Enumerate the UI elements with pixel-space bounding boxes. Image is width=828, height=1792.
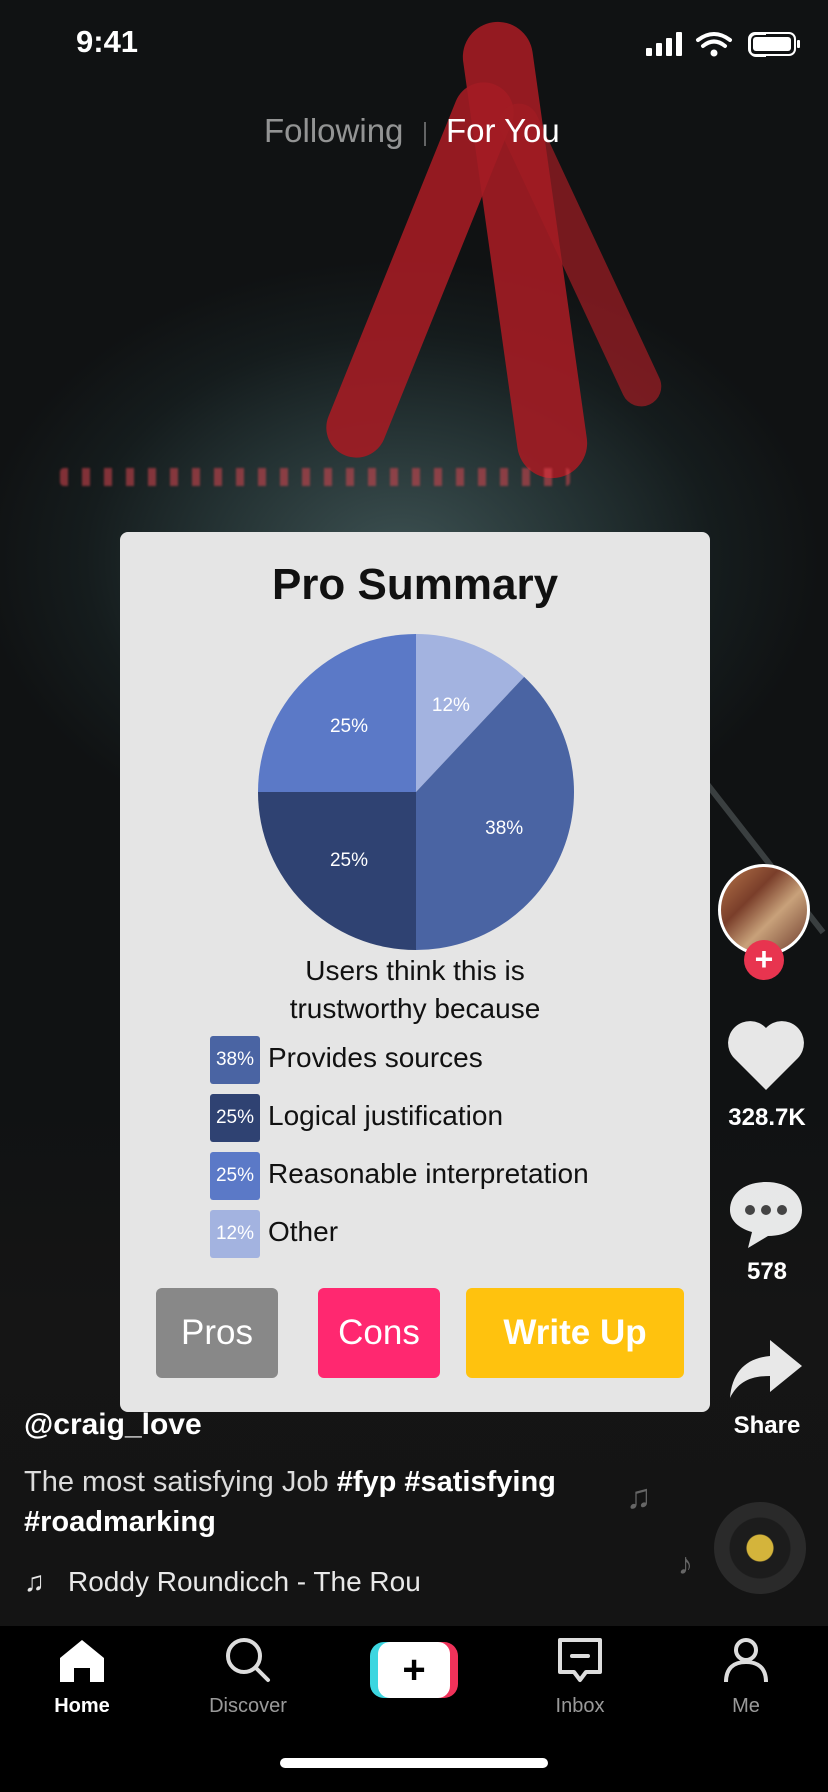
legend-label: Other [268, 1216, 339, 1247]
legend-label: Logical justification [268, 1100, 504, 1131]
stage-lights-decoration [60, 468, 570, 486]
legend-label: Reasonable interpretation [268, 1158, 589, 1189]
floating-note-icon: ♪ [678, 1548, 693, 1581]
music-disc-icon[interactable] [714, 1502, 806, 1594]
nav-home[interactable]: Home [22, 1636, 142, 1718]
nav-label: Discover [209, 1695, 287, 1717]
legend-swatch: 25% [210, 1152, 260, 1200]
status-bar: 9:41 [0, 0, 828, 88]
nav-discover[interactable]: Discover [188, 1636, 308, 1718]
music-ticker[interactable]: ♫ Roddy Roundicch - The Rou [24, 1566, 421, 1598]
subtitle-line: Users think this is [305, 955, 525, 986]
music-note-icon: ♫ [24, 1566, 45, 1597]
nav-inbox[interactable]: Inbox [520, 1636, 640, 1718]
battery-icon [748, 32, 800, 56]
profile-icon [724, 1638, 768, 1683]
legend-swatch: 38% [210, 1036, 260, 1084]
search-icon [226, 1638, 270, 1682]
pie-chart: 12% 38% 25% 25% [258, 634, 574, 950]
comment-count: 578 [746, 1258, 788, 1285]
home-icon [60, 1640, 104, 1682]
creator-handle[interactable]: @craig_love [24, 1408, 202, 1442]
pros-button[interactable]: Pros [156, 1288, 278, 1378]
write-up-button[interactable]: Write Up [466, 1288, 684, 1378]
heart-icon[interactable] [726, 1020, 806, 1092]
hashtag[interactable]: #fyp [337, 1466, 397, 1498]
pie-slice-label: 25% [330, 850, 368, 871]
music-title: Roddy Roundicch - The Rou [68, 1566, 421, 1597]
tab-for-you[interactable]: For You [446, 112, 560, 150]
pie-slice [258, 634, 416, 792]
home-indicator[interactable] [280, 1758, 548, 1768]
status-time: 9:41 [76, 24, 139, 59]
share-icon[interactable] [726, 1336, 806, 1402]
nav-label: Home [54, 1695, 110, 1717]
card-subtitle: Users think this is trustworthy because [120, 952, 710, 1028]
inbox-icon [558, 1638, 602, 1682]
pro-summary-card: Pro Summary 12% 38% 25% 25% Users think thi… [120, 532, 710, 1412]
wifi-icon [696, 32, 732, 48]
pie-slice-label: 12% [432, 695, 470, 716]
create-button[interactable]: + [370, 1642, 458, 1698]
legend-label: Provides sources [268, 1042, 483, 1073]
nav-label: Inbox [555, 1695, 605, 1717]
cellular-signal-icon [646, 32, 682, 56]
subtitle-line: trustworthy because [289, 993, 541, 1024]
follow-plus-icon[interactable]: + [744, 940, 784, 980]
like-count: 328.7K [728, 1104, 806, 1131]
pie-slice-label: 38% [485, 818, 523, 839]
cons-button[interactable]: Cons [318, 1288, 440, 1378]
card-title: Pro Summary [271, 560, 559, 609]
hashtag[interactable]: #roadmarking [24, 1506, 216, 1538]
nav-label: Me [732, 1695, 760, 1717]
share-label: Share [733, 1412, 801, 1439]
legend-swatch: 25% [210, 1094, 260, 1142]
nav-me[interactable]: Me [686, 1636, 806, 1718]
plus-icon: + [378, 1642, 450, 1698]
caption-text: The most satisfying Job [24, 1466, 337, 1498]
comment-icon[interactable] [726, 1178, 806, 1250]
video-caption: The most satisfying Job #fyp #satisfying… [24, 1462, 604, 1542]
floating-note-icon: ♫ [626, 1478, 652, 1516]
tab-following[interactable]: Following [264, 112, 403, 150]
pie-slice-label: 25% [330, 716, 368, 737]
hashtag[interactable]: #satisfying [404, 1466, 556, 1498]
legend-swatch: 12% [210, 1210, 260, 1258]
tab-divider [424, 122, 426, 146]
